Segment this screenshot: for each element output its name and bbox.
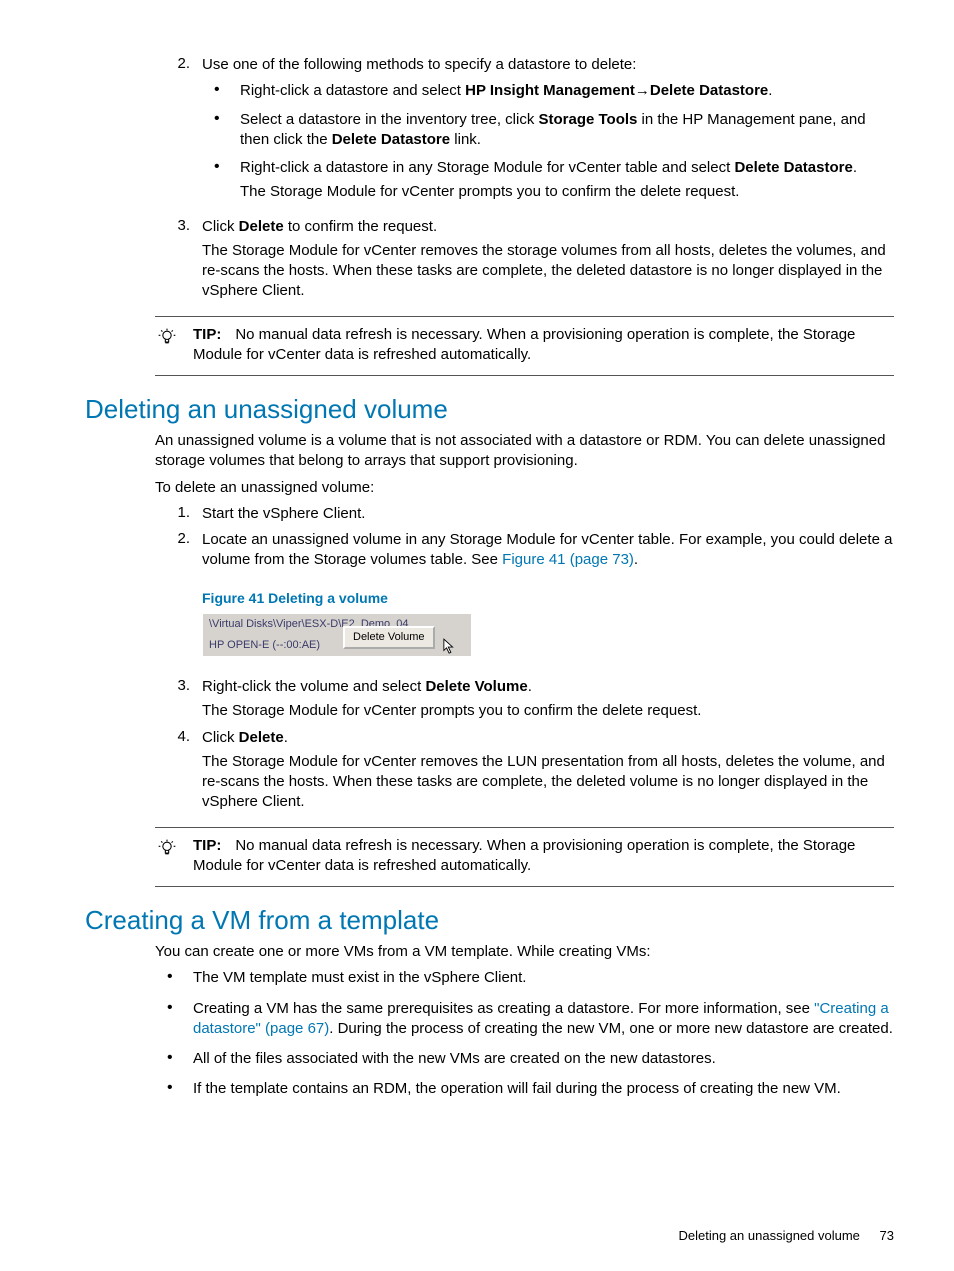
tip-label: TIP: [193,837,221,854]
followon: The Storage Module for vCenter prompts y… [202,701,894,721]
document-page: 2. Use one of the following methods to s… [0,0,954,1271]
tip-callout-2: TIP:No manual data refresh is necessary.… [155,827,894,888]
followon-text: The Storage Module for vCenter prompts y… [240,182,894,202]
text: . [634,551,638,568]
para: You can create one or more VMs from a VM… [155,942,894,962]
steps-block-a: 2. Use one of the following methods to s… [155,55,894,302]
followon: The Storage Module for vCenter removes t… [202,752,894,813]
tip-label: TIP: [193,326,221,343]
text: . [853,159,857,176]
text: . [284,729,288,746]
section1-body: An unassigned volume is a volume that is… [155,431,894,813]
bold: Delete [239,218,284,235]
para: To delete an unassigned volume: [155,478,894,498]
bold: HP Insight Management [465,82,635,99]
step-2: 2. Use one of the following methods to s… [155,55,894,211]
sec1-step-2: 2. Locate an unassigned volume in any St… [155,530,894,671]
step-2-bullet-2: Select a datastore in the inventory tree… [202,110,894,151]
sec1-step-1: 1. Start the vSphere Client. [155,504,894,524]
bold: Storage Tools [538,111,637,128]
text: Click [202,218,239,235]
list-item: All of the files associated with the new… [155,1049,894,1069]
list-item: The VM template must exist in the vSpher… [155,968,894,988]
text: Right-click a datastore in any Storage M… [240,159,734,176]
tip-text: No manual data refresh is necessary. Whe… [193,837,855,874]
text: Right-click a datastore and select [240,82,465,99]
delete-volume-menu-item[interactable]: Delete Volume [343,626,435,649]
list-item: If the template contains an RDM, the ope… [155,1079,894,1099]
para: An unassigned volume is a volume that is… [155,431,894,472]
text: Right-click the volume and select [202,678,425,695]
text: to confirm the request. [284,218,437,235]
text: Select a datastore in the inventory tree… [240,111,538,128]
tip-icon [155,325,179,366]
figure-41-image: \Virtual Disks\Viper\ESX-D\E2_Demo_04 HP… [202,613,472,657]
step-2-bullet-3: Right-click a datastore in any Storage M… [202,158,894,203]
text: Creating a VM has the same prerequisites… [193,1000,814,1017]
section2-bullets: The VM template must exist in the vSpher… [155,968,894,1099]
cursor-icon [443,638,457,661]
text: Start the vSphere Client. [202,504,894,524]
text: If the template contains an RDM, the ope… [193,1080,841,1097]
num: 4. [155,728,202,813]
sec1-step-4: 4. Click Delete. The Storage Module for … [155,728,894,813]
step-2-text: Use one of the following methods to spec… [202,55,894,75]
text: link. [450,131,481,148]
tip-body: TIP:No manual data refresh is necessary.… [193,325,894,366]
num: 1. [155,504,202,524]
bold: Delete Datastore [332,131,450,148]
bold: Delete Volume [425,678,527,695]
text: . [768,82,772,99]
sec1-step-3: 3. Right-click the volume and select Del… [155,677,894,722]
step-3-followon: The Storage Module for vCenter removes t… [202,241,894,302]
bold: Delete Datastore [650,82,768,99]
step-3: 3. Click Delete to confirm the request. … [155,217,894,302]
bold: Delete Datastore [734,159,852,176]
text: All of the files associated with the new… [193,1050,716,1067]
tip-callout-1: TIP:No manual data refresh is necessary.… [155,316,894,377]
page-footer: Deleting an unassigned volume 73 [679,1228,895,1243]
tip-text: No manual data refresh is necessary. Whe… [193,326,855,363]
step-2-bullet-1: Right-click a datastore and select HP In… [202,81,894,101]
heading-deleting-unassigned-volume: Deleting an unassigned volume [85,394,894,425]
arrow: → [635,82,650,99]
figure-link[interactable]: Figure 41 (page 73) [502,551,634,568]
num: 3. [155,677,202,722]
figure-caption: Figure 41 Deleting a volume [202,589,894,608]
tip-icon [155,836,179,877]
footer-title: Deleting an unassigned volume [679,1228,860,1243]
bold: Delete [239,729,284,746]
list-item: Creating a VM has the same prerequisites… [155,999,894,1040]
step-2-number: 2. [155,55,202,211]
text: . [528,678,532,695]
text: . During the process of creating the new… [329,1020,893,1037]
num: 2. [155,530,202,671]
section2-body: You can create one or more VMs from a VM… [155,942,894,962]
text: Click [202,729,239,746]
step-3-number: 3. [155,217,202,302]
text: The VM template must exist in the vSpher… [193,969,526,986]
tip-body: TIP:No manual data refresh is necessary.… [193,836,894,877]
heading-creating-vm-from-template: Creating a VM from a template [85,905,894,936]
page-number: 73 [880,1228,894,1243]
